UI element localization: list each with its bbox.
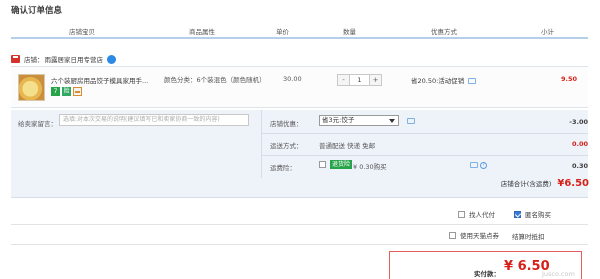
quantity-input[interactable]: 1 — [349, 75, 370, 85]
anonymous-buy-checkbox[interactable] — [514, 210, 521, 218]
insurance-checkbox[interactable] — [319, 161, 326, 168]
column-header-subtotal: 小计 — [541, 28, 554, 36]
quantity-stepper: - 1 + — [337, 74, 382, 86]
insurance-help-icons: ? — [468, 161, 488, 169]
panel-divider — [261, 110, 262, 178]
payment-amount: ¥ 6.50 — [504, 259, 550, 274]
payment-value: 6.50 — [517, 259, 550, 274]
column-header-row: 店铺宝贝 商品属性 单价 数量 优惠方式 小计 — [11, 24, 588, 39]
insurance-row: 运费险： 退货险 ¥ 0.30购买 ? 0.30 — [268, 156, 588, 176]
proxy-pay-label: 找人代付 — [469, 211, 495, 219]
promotion-text: 省20.50:活动促销 — [411, 77, 465, 85]
coupon-deduct-link[interactable]: 结算时抵扣 — [512, 231, 545, 241]
insurance-price: ¥ 0.30购买 — [353, 163, 387, 171]
delivery-row: 运送方式： 普通配送 快递 免邮 0.00 — [268, 134, 588, 154]
promotion-info: 省20.50:活动促销 — [411, 75, 477, 85]
insurance-label: 运费险： — [270, 164, 296, 172]
anonymous-buy-option[interactable]: 匿名购买 — [514, 208, 551, 220]
section-divider — [11, 224, 588, 225]
shop-label: 店铺： — [24, 56, 44, 64]
product-thumbnail[interactable] — [18, 74, 45, 101]
shop-name-link[interactable]: 雨露居家日用专营店 — [45, 54, 104, 64]
shop-discount-info-icon[interactable] — [407, 118, 415, 124]
promotion-info-icon[interactable] — [468, 78, 477, 84]
page-title: 确认订单信息 — [11, 6, 63, 16]
section-divider — [11, 244, 588, 245]
shop-discount-value: -3.00 — [569, 118, 588, 126]
insurance-fee: 0.30 — [571, 162, 588, 170]
column-header-quantity: 数量 — [343, 28, 356, 36]
shop-discount-row: 店铺优惠： 省3元:饺子 -3.00 — [268, 112, 588, 132]
shop-total-value: ¥6.50 — [557, 178, 589, 189]
message-to-seller-input[interactable]: 选填:对本次交易的说明(建议填写已和卖家协商一致的内容) — [59, 114, 249, 126]
shop-discount-select[interactable]: 省3元:饺子 — [319, 115, 399, 126]
shop-row: 店铺： 雨露居家日用专营店 — [11, 53, 116, 65]
seven-day-return-badge: 7 — [51, 87, 60, 96]
payment-label: 实付款： — [474, 270, 500, 278]
order-item: 六个装厨房用品饺子模具家用手... 7 险 颜色分类：6个装混色（颜色随机） 3… — [11, 66, 588, 108]
wangwang-icon[interactable] — [107, 54, 116, 64]
shop-total-label: 店铺合计(含运费) — [500, 180, 552, 188]
product-attributes: 颜色分类：6个装混色（颜色随机） — [164, 76, 266, 84]
payment-summary: Jusco.com 实付款： ¥ 6.50 — [389, 251, 582, 279]
tmall-points-label: 使用天猫点券 — [460, 232, 499, 240]
shop-discount-label: 店铺优惠： — [270, 120, 303, 128]
delivery-method: 普通配送 快递 免邮 — [319, 142, 376, 150]
quantity-decrease-button[interactable]: - — [338, 75, 349, 85]
delivery-fee: 0.00 — [571, 140, 588, 148]
credit-card-badge — [73, 87, 82, 96]
payment-currency: ¥ — [504, 259, 514, 274]
proxy-pay-option[interactable]: 找人代付 — [458, 208, 495, 220]
return-insurance-tag: 退货险 — [330, 160, 353, 169]
column-header-discount: 优惠方式 — [431, 28, 457, 36]
tmall-points-option[interactable]: 使用天猫点券 — [449, 229, 499, 241]
message-label: 给卖家留言： — [18, 120, 57, 128]
unit-price: 30.00 — [283, 75, 302, 83]
column-header-attributes: 商品属性 — [189, 28, 215, 36]
product-title-link[interactable]: 六个装厨房用品饺子模具家用手... — [51, 75, 163, 85]
item-subtotal: 9.50 — [560, 75, 577, 83]
quantity-increase-button[interactable]: + — [370, 75, 381, 85]
anonymous-buy-label: 匿名购买 — [525, 211, 551, 219]
proxy-pay-checkbox[interactable] — [458, 210, 465, 218]
tmall-points-checkbox[interactable] — [449, 231, 456, 239]
shop-total: 店铺合计(含运费) ¥6.50 — [501, 178, 589, 189]
column-header-product: 店铺宝贝 — [69, 28, 95, 36]
shop-icon — [11, 55, 20, 63]
insurance-badge: 险 — [62, 87, 71, 96]
column-header-unit-price: 单价 — [276, 28, 289, 36]
help-icon[interactable]: ? — [480, 161, 488, 169]
insurance-info-icon[interactable] — [470, 162, 478, 168]
delivery-label: 运送方式： — [270, 142, 303, 150]
